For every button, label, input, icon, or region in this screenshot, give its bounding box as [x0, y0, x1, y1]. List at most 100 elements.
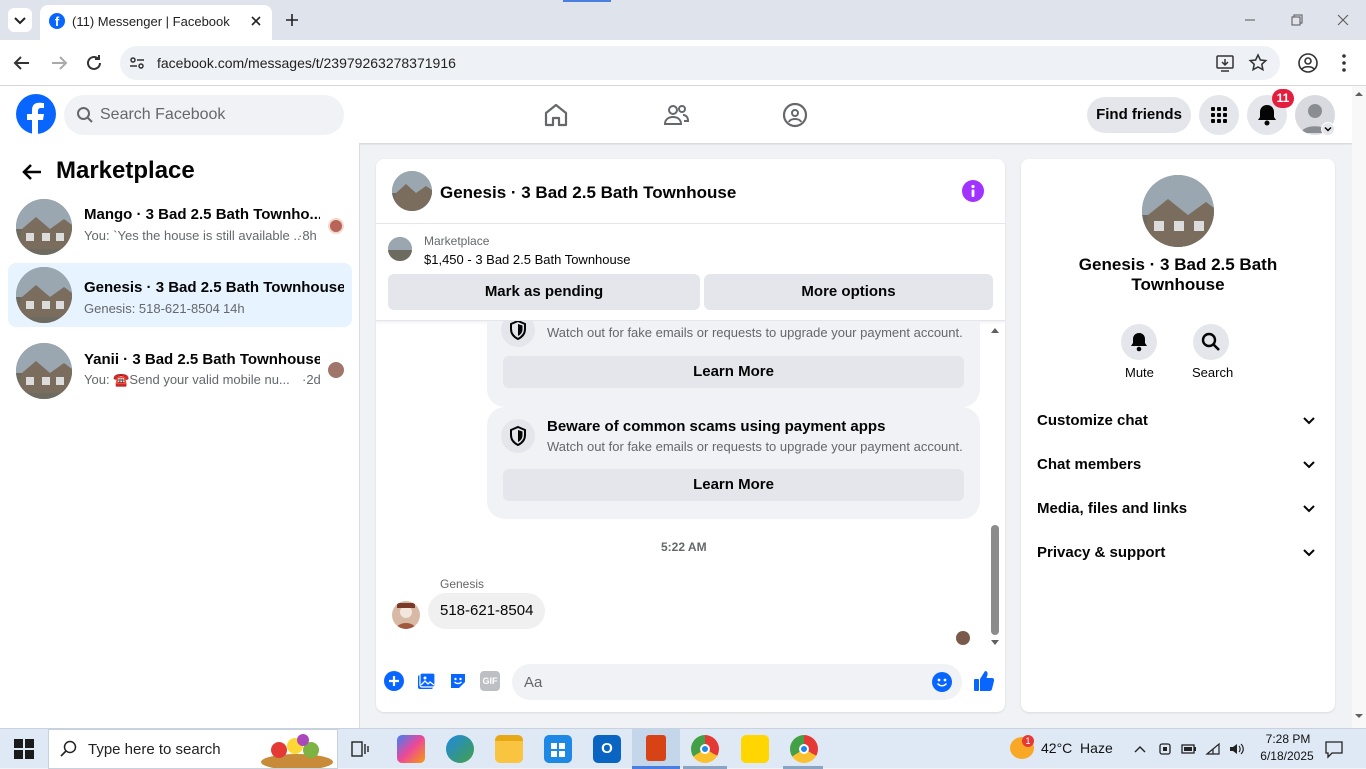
friends-nav-icon[interactable] — [662, 101, 690, 129]
chat-title[interactable]: Genesis · 3 Bad 2.5 Bath Townhouse — [440, 183, 736, 203]
search-in-conversation-button[interactable] — [1193, 324, 1229, 360]
more-options-button[interactable]: More options — [704, 274, 993, 310]
windows-start-icon[interactable] — [14, 739, 34, 759]
groups-nav-icon[interactable] — [781, 101, 809, 129]
new-tab-icon[interactable] — [282, 10, 302, 30]
bookmark-star-icon[interactable] — [1248, 53, 1268, 73]
notifications-center-icon[interactable] — [1324, 739, 1344, 759]
forward-icon[interactable] — [47, 51, 71, 75]
chrome-icon[interactable] — [691, 735, 719, 763]
clock-time[interactable]: 7:28 PM — [1262, 732, 1314, 746]
chrome-profile-icon[interactable] — [790, 735, 818, 763]
facebook-logo-icon[interactable] — [16, 94, 56, 134]
chat-details-panel: Genesis · 3 Bad 2.5 Bath Townhouse Mute … — [1021, 159, 1335, 712]
conversation-item[interactable]: Yanii · 3 Bad 2.5 Bath Townhouse You: ☎️… — [8, 339, 352, 403]
listing-thumbnail — [16, 267, 72, 323]
tab-list-dropdown-icon[interactable] — [8, 8, 32, 32]
panel-title: Marketplace — [56, 157, 195, 184]
like-thumbs-up-icon[interactable] — [972, 669, 996, 693]
info-icon[interactable] — [962, 180, 984, 202]
app-icon — [646, 735, 666, 761]
outlook-icon[interactable]: O — [593, 735, 621, 763]
task-view-icon[interactable] — [350, 739, 370, 759]
learn-more-button[interactable]: Learn More — [503, 356, 964, 388]
search-label: Search — [1192, 365, 1234, 380]
seen-avatar — [328, 218, 344, 234]
weather-text[interactable]: 42°C Haze — [1041, 740, 1113, 756]
customize-chat-row[interactable]: Customize chat — [1037, 398, 1319, 442]
edge-icon[interactable] — [446, 735, 474, 763]
gif-icon[interactable]: GIF — [480, 671, 500, 691]
microsoft-store-icon[interactable] — [544, 735, 572, 763]
message-input[interactable]: Aa — [512, 664, 962, 700]
tab-title: (11) Messenger | Facebook — [72, 14, 230, 29]
back-arrow-icon[interactable] — [20, 160, 44, 184]
search-icon — [60, 740, 78, 758]
battery-icon[interactable] — [1181, 741, 1197, 757]
find-friends-button[interactable]: Find friends — [1087, 97, 1191, 133]
windows-taskbar: Type here to search O 1 42°C Haze 7:28 P… — [0, 728, 1366, 769]
chat-listing-thumbnail[interactable] — [392, 171, 432, 211]
safety-card-title: Beware of common scams using payment app… — [547, 418, 886, 435]
conversation-item[interactable]: Mango · 3 Bad 2.5 Bath Townho... You: `Y… — [8, 196, 352, 260]
active-app-highlight[interactable] — [632, 729, 680, 769]
menu-grid-icon[interactable] — [1199, 95, 1239, 135]
conversation-time: ·2d — [302, 372, 321, 387]
safety-card-text: Watch out for fake emails or requests to… — [547, 439, 963, 454]
wifi-icon[interactable] — [1205, 741, 1221, 757]
emoji-icon[interactable] — [932, 672, 952, 692]
chat-scrollbar[interactable] — [988, 321, 1002, 652]
taskbar-search-box[interactable]: Type here to search — [48, 729, 338, 769]
page-scrollbar[interactable] — [1352, 86, 1366, 728]
back-icon[interactable] — [10, 51, 34, 75]
facebook-favicon-icon: f — [49, 13, 65, 29]
search-input[interactable]: Search Facebook — [100, 106, 225, 124]
sticky-notes-icon[interactable] — [741, 735, 769, 763]
listing-banner-thumbnail[interactable] — [388, 237, 412, 261]
site-info-icon[interactable] — [128, 54, 146, 72]
privacy-support-row[interactable]: Privacy & support — [1037, 530, 1319, 574]
details-listing-image[interactable] — [1142, 175, 1214, 247]
volume-icon[interactable] — [1228, 741, 1244, 757]
copilot-icon[interactable] — [397, 735, 425, 763]
file-explorer-icon[interactable] — [495, 735, 523, 763]
section-label: Chat members — [1037, 456, 1142, 473]
photo-icon[interactable] — [416, 671, 436, 691]
browser-tab[interactable]: f (11) Messenger | Facebook — [40, 5, 272, 40]
conversation-item-selected[interactable]: Genesis · 3 Bad 2.5 Bath Townhouse Genes… — [8, 263, 352, 327]
add-attachment-icon[interactable] — [384, 671, 404, 691]
section-label: Media, files and links — [1037, 500, 1188, 517]
mark-as-pending-button[interactable]: Mark as pending — [388, 274, 700, 310]
close-tab-icon[interactable] — [246, 11, 266, 31]
chat-members-row[interactable]: Chat members — [1037, 442, 1319, 486]
browser-menu-icon[interactable] — [1334, 52, 1354, 74]
learn-more-button[interactable]: Learn More — [503, 469, 964, 501]
listing-detail[interactable]: $1,450 - 3 Bad 2.5 Bath Townhouse — [424, 252, 630, 267]
taskbar-search-placeholder: Type here to search — [88, 741, 221, 758]
section-label: Customize chat — [1037, 412, 1148, 429]
section-label: Privacy & support — [1037, 544, 1166, 561]
clock-date[interactable]: 6/18/2025 — [1256, 749, 1318, 763]
reload-icon[interactable] — [82, 51, 106, 75]
show-hidden-icons-icon[interactable] — [1132, 741, 1148, 757]
sender-avatar[interactable] — [392, 601, 420, 629]
home-nav-icon[interactable] — [542, 101, 570, 129]
mute-button[interactable] — [1121, 324, 1157, 360]
close-window-icon[interactable] — [1335, 12, 1351, 28]
install-app-icon[interactable] — [1215, 53, 1235, 73]
account-dropdown-icon[interactable] — [1321, 122, 1335, 136]
minimize-icon[interactable] — [1242, 12, 1258, 28]
marketplace-conversations-panel: Marketplace Mango · 3 Bad 2.5 Bath Townh… — [0, 143, 360, 728]
media-files-links-row[interactable]: Media, files and links — [1037, 486, 1319, 530]
restore-icon[interactable] — [1289, 12, 1305, 28]
listing-banner: Marketplace $1,450 - 3 Bad 2.5 Bath Town… — [376, 224, 1005, 321]
message-bubble[interactable]: 518-621-8504 — [428, 593, 546, 629]
chat-header: Genesis · 3 Bad 2.5 Bath Townhouse — [376, 159, 1005, 224]
listing-label: Marketplace — [424, 234, 490, 248]
facebook-search[interactable]: Search Facebook — [64, 95, 344, 135]
meet-now-icon[interactable] — [1157, 741, 1173, 757]
sticker-icon[interactable] — [448, 671, 468, 691]
profile-icon[interactable] — [1297, 52, 1319, 74]
weather-badge: 1 — [1022, 735, 1034, 747]
address-bar[interactable]: facebook.com/messages/t/2397926327837191… — [120, 46, 1280, 80]
